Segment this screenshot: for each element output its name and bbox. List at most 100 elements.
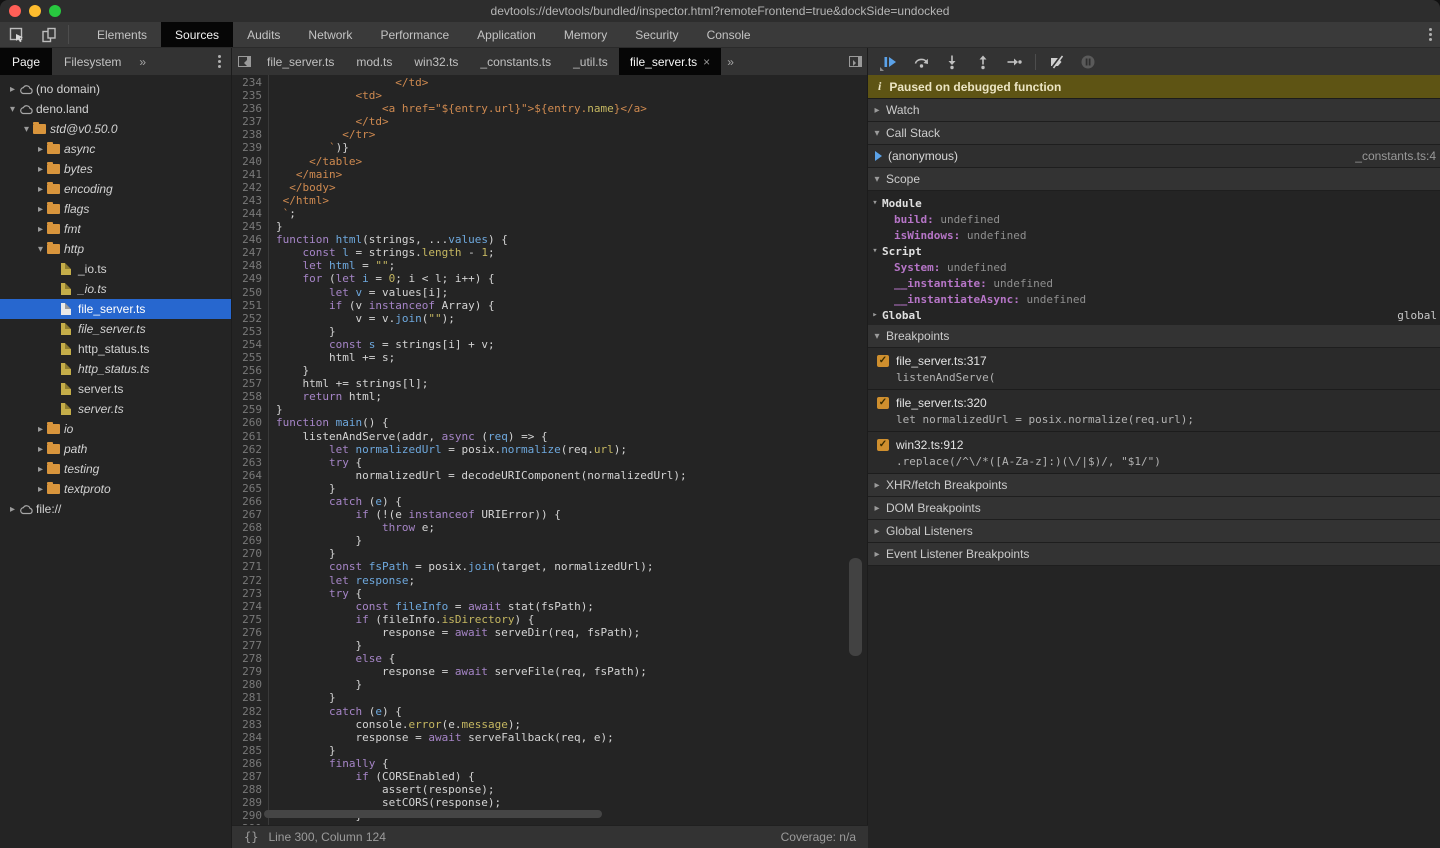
section-xhr-fetch-breakpoints[interactable]: ▸XHR/fetch Breakpoints <box>868 474 1440 497</box>
overflow-menu-icon[interactable] <box>1429 22 1440 47</box>
line-number-gutter[interactable]: 2342352362372382392402412422432442452462… <box>232 76 268 825</box>
editor-tab-mod.ts[interactable]: mod.ts <box>345 48 403 75</box>
inspect-icon[interactable] <box>6 25 28 45</box>
tree-item-_io.ts[interactable]: _io.ts <box>0 259 231 279</box>
tree-item-file[interactable]: ▸file:// <box>0 499 231 519</box>
chevron-right-icon[interactable]: ▸ <box>868 310 882 320</box>
tree-item-std@v0.50.0[interactable]: ▾std@v0.50.0 <box>0 119 231 139</box>
section-watch[interactable]: ▸ Watch <box>868 99 1440 122</box>
tree-item-file_server.ts[interactable]: file_server.ts <box>0 299 231 319</box>
panel-tab-application[interactable]: Application <box>463 22 550 47</box>
section-call-stack[interactable]: ▾ Call Stack <box>868 122 1440 145</box>
navigator-menu-icon[interactable] <box>218 55 221 68</box>
disclosure-triangle-icon[interactable]: ▸ <box>34 424 47 435</box>
disclosure-triangle-icon[interactable]: ▸ <box>6 504 19 515</box>
close-tab-icon[interactable]: × <box>703 55 710 69</box>
tab-filesystem[interactable]: Filesystem <box>52 48 133 75</box>
disclosure-triangle-icon[interactable]: ▸ <box>34 464 47 475</box>
scope-property[interactable]: System: undefined <box>868 259 1440 275</box>
panel-tab-network[interactable]: Network <box>294 22 366 47</box>
chevron-down-icon[interactable]: ▾ <box>868 198 882 208</box>
panel-tab-performance[interactable]: Performance <box>366 22 463 47</box>
disclosure-triangle-icon[interactable]: ▸ <box>34 484 47 495</box>
section-breakpoints[interactable]: ▾ Breakpoints <box>868 325 1440 348</box>
tree-item-http[interactable]: ▾http <box>0 239 231 259</box>
tree-item-file_server.ts[interactable]: file_server.ts <box>0 319 231 339</box>
tree-item-bytes[interactable]: ▸bytes <box>0 159 231 179</box>
device-toolbar-icon[interactable] <box>38 25 60 45</box>
disclosure-triangle-icon[interactable]: ▸ <box>6 84 19 95</box>
section-global-listeners[interactable]: ▸Global Listeners <box>868 520 1440 543</box>
tree-item-flags[interactable]: ▸flags <box>0 199 231 219</box>
section-dom-breakpoints[interactable]: ▸DOM Breakpoints <box>868 497 1440 520</box>
tab-page[interactable]: Page <box>0 48 52 75</box>
tree-item-async[interactable]: ▸async <box>0 139 231 159</box>
disclosure-triangle-icon[interactable]: ▸ <box>34 164 47 175</box>
deactivate-breakpoints-icon[interactable] <box>1045 51 1069 73</box>
disclosure-triangle-icon[interactable]: ▾ <box>20 124 33 135</box>
chevron-down-icon[interactable]: ▾ <box>868 246 882 256</box>
disclosure-triangle-icon[interactable]: ▸ <box>34 144 47 155</box>
step-over-icon[interactable] <box>909 51 933 73</box>
pretty-print-icon[interactable]: {} <box>232 830 268 844</box>
tree-item-_io.ts[interactable]: _io.ts <box>0 279 231 299</box>
tree-item-server.ts[interactable]: server.ts <box>0 399 231 419</box>
panel-tab-audits[interactable]: Audits <box>233 22 294 47</box>
panel-tab-elements[interactable]: Elements <box>83 22 161 47</box>
tree-item-io[interactable]: ▸io <box>0 419 231 439</box>
breakpoint-entry[interactable]: ✓file_server.ts:320let normalizedUrl = p… <box>868 390 1440 432</box>
tree-item-encoding[interactable]: ▸encoding <box>0 179 231 199</box>
disclosure-triangle-icon[interactable]: ▸ <box>34 204 47 215</box>
step-out-icon[interactable] <box>971 51 995 73</box>
tree-item-http_status.ts[interactable]: http_status.ts <box>0 359 231 379</box>
scope-property[interactable]: __instantiateAsync: undefined <box>868 291 1440 307</box>
resume-icon[interactable] <box>878 51 902 73</box>
more-editor-tabs-icon[interactable]: » <box>721 48 740 75</box>
tree-item-testing[interactable]: ▸testing <box>0 459 231 479</box>
panel-tab-sources[interactable]: Sources <box>161 22 233 47</box>
panel-tab-console[interactable]: Console <box>693 22 765 47</box>
breakpoint-entry[interactable]: ✓win32.ts:912.replace(/^\/*([A-Za-z]:)(\… <box>868 432 1440 474</box>
tree-item-path[interactable]: ▸path <box>0 439 231 459</box>
vertical-scrollbar[interactable] <box>849 558 862 656</box>
breakpoint-checkbox[interactable]: ✓ <box>877 439 889 451</box>
tree-item-fmt[interactable]: ▸fmt <box>0 219 231 239</box>
section-event-listener-breakpoints[interactable]: ▸Event Listener Breakpoints <box>868 543 1440 566</box>
panel-tab-memory[interactable]: Memory <box>550 22 621 47</box>
breakpoint-entry[interactable]: ✓file_server.ts:317listenAndServe( <box>868 348 1440 390</box>
panel-tab-security[interactable]: Security <box>621 22 692 47</box>
tree-item-http_status.ts[interactable]: http_status.ts <box>0 339 231 359</box>
pause-on-exceptions-icon[interactable] <box>1076 51 1100 73</box>
editor-tab-win32.ts[interactable]: win32.ts <box>403 48 469 75</box>
step-icon[interactable] <box>1002 51 1026 73</box>
editor-tab-file_server.ts[interactable]: file_server.ts <box>256 48 345 75</box>
tree-item-deno.land[interactable]: ▾deno.land <box>0 99 231 119</box>
toggle-debugger-panel-icon[interactable] <box>843 48 867 75</box>
step-into-icon[interactable] <box>940 51 964 73</box>
disclosure-triangle-icon[interactable]: ▾ <box>34 244 47 255</box>
disclosure-triangle-icon[interactable]: ▸ <box>34 184 47 195</box>
scope-group-script[interactable]: ▾Script <box>868 243 1440 259</box>
scope-property[interactable]: build: undefined <box>868 211 1440 227</box>
horizontal-scrollbar[interactable] <box>264 810 602 818</box>
scope-property[interactable]: isWindows: undefined <box>868 227 1440 243</box>
editor-tab-_constants.ts[interactable]: _constants.ts <box>469 48 562 75</box>
hide-navigator-icon[interactable] <box>232 48 256 75</box>
scope-group-global[interactable]: ▸Globalglobal <box>868 307 1440 323</box>
scope-property[interactable]: __instantiate: undefined <box>868 275 1440 291</box>
source-code[interactable]: </td> <td> <a href="${entry.url}">${entr… <box>276 76 867 825</box>
breakpoint-checkbox[interactable]: ✓ <box>877 355 889 367</box>
tree-item-textproto[interactable]: ▸textproto <box>0 479 231 499</box>
breakpoint-checkbox[interactable]: ✓ <box>877 397 889 409</box>
disclosure-triangle-icon[interactable]: ▸ <box>34 444 47 455</box>
section-scope[interactable]: ▾ Scope <box>868 168 1440 191</box>
more-tabs-icon[interactable]: » <box>133 48 152 75</box>
tree-item-nodomain[interactable]: ▸(no domain) <box>0 79 231 99</box>
editor-tab-_util.ts[interactable]: _util.ts <box>562 48 619 75</box>
disclosure-triangle-icon[interactable]: ▸ <box>34 224 47 235</box>
call-frame[interactable]: (anonymous)_constants.ts:4 <box>868 145 1440 168</box>
tree-item-server.ts[interactable]: server.ts <box>0 379 231 399</box>
disclosure-triangle-icon[interactable]: ▾ <box>6 104 19 115</box>
scope-group-module[interactable]: ▾Module <box>868 195 1440 211</box>
editor-tab-file_server.ts[interactable]: file_server.ts× <box>619 48 721 75</box>
